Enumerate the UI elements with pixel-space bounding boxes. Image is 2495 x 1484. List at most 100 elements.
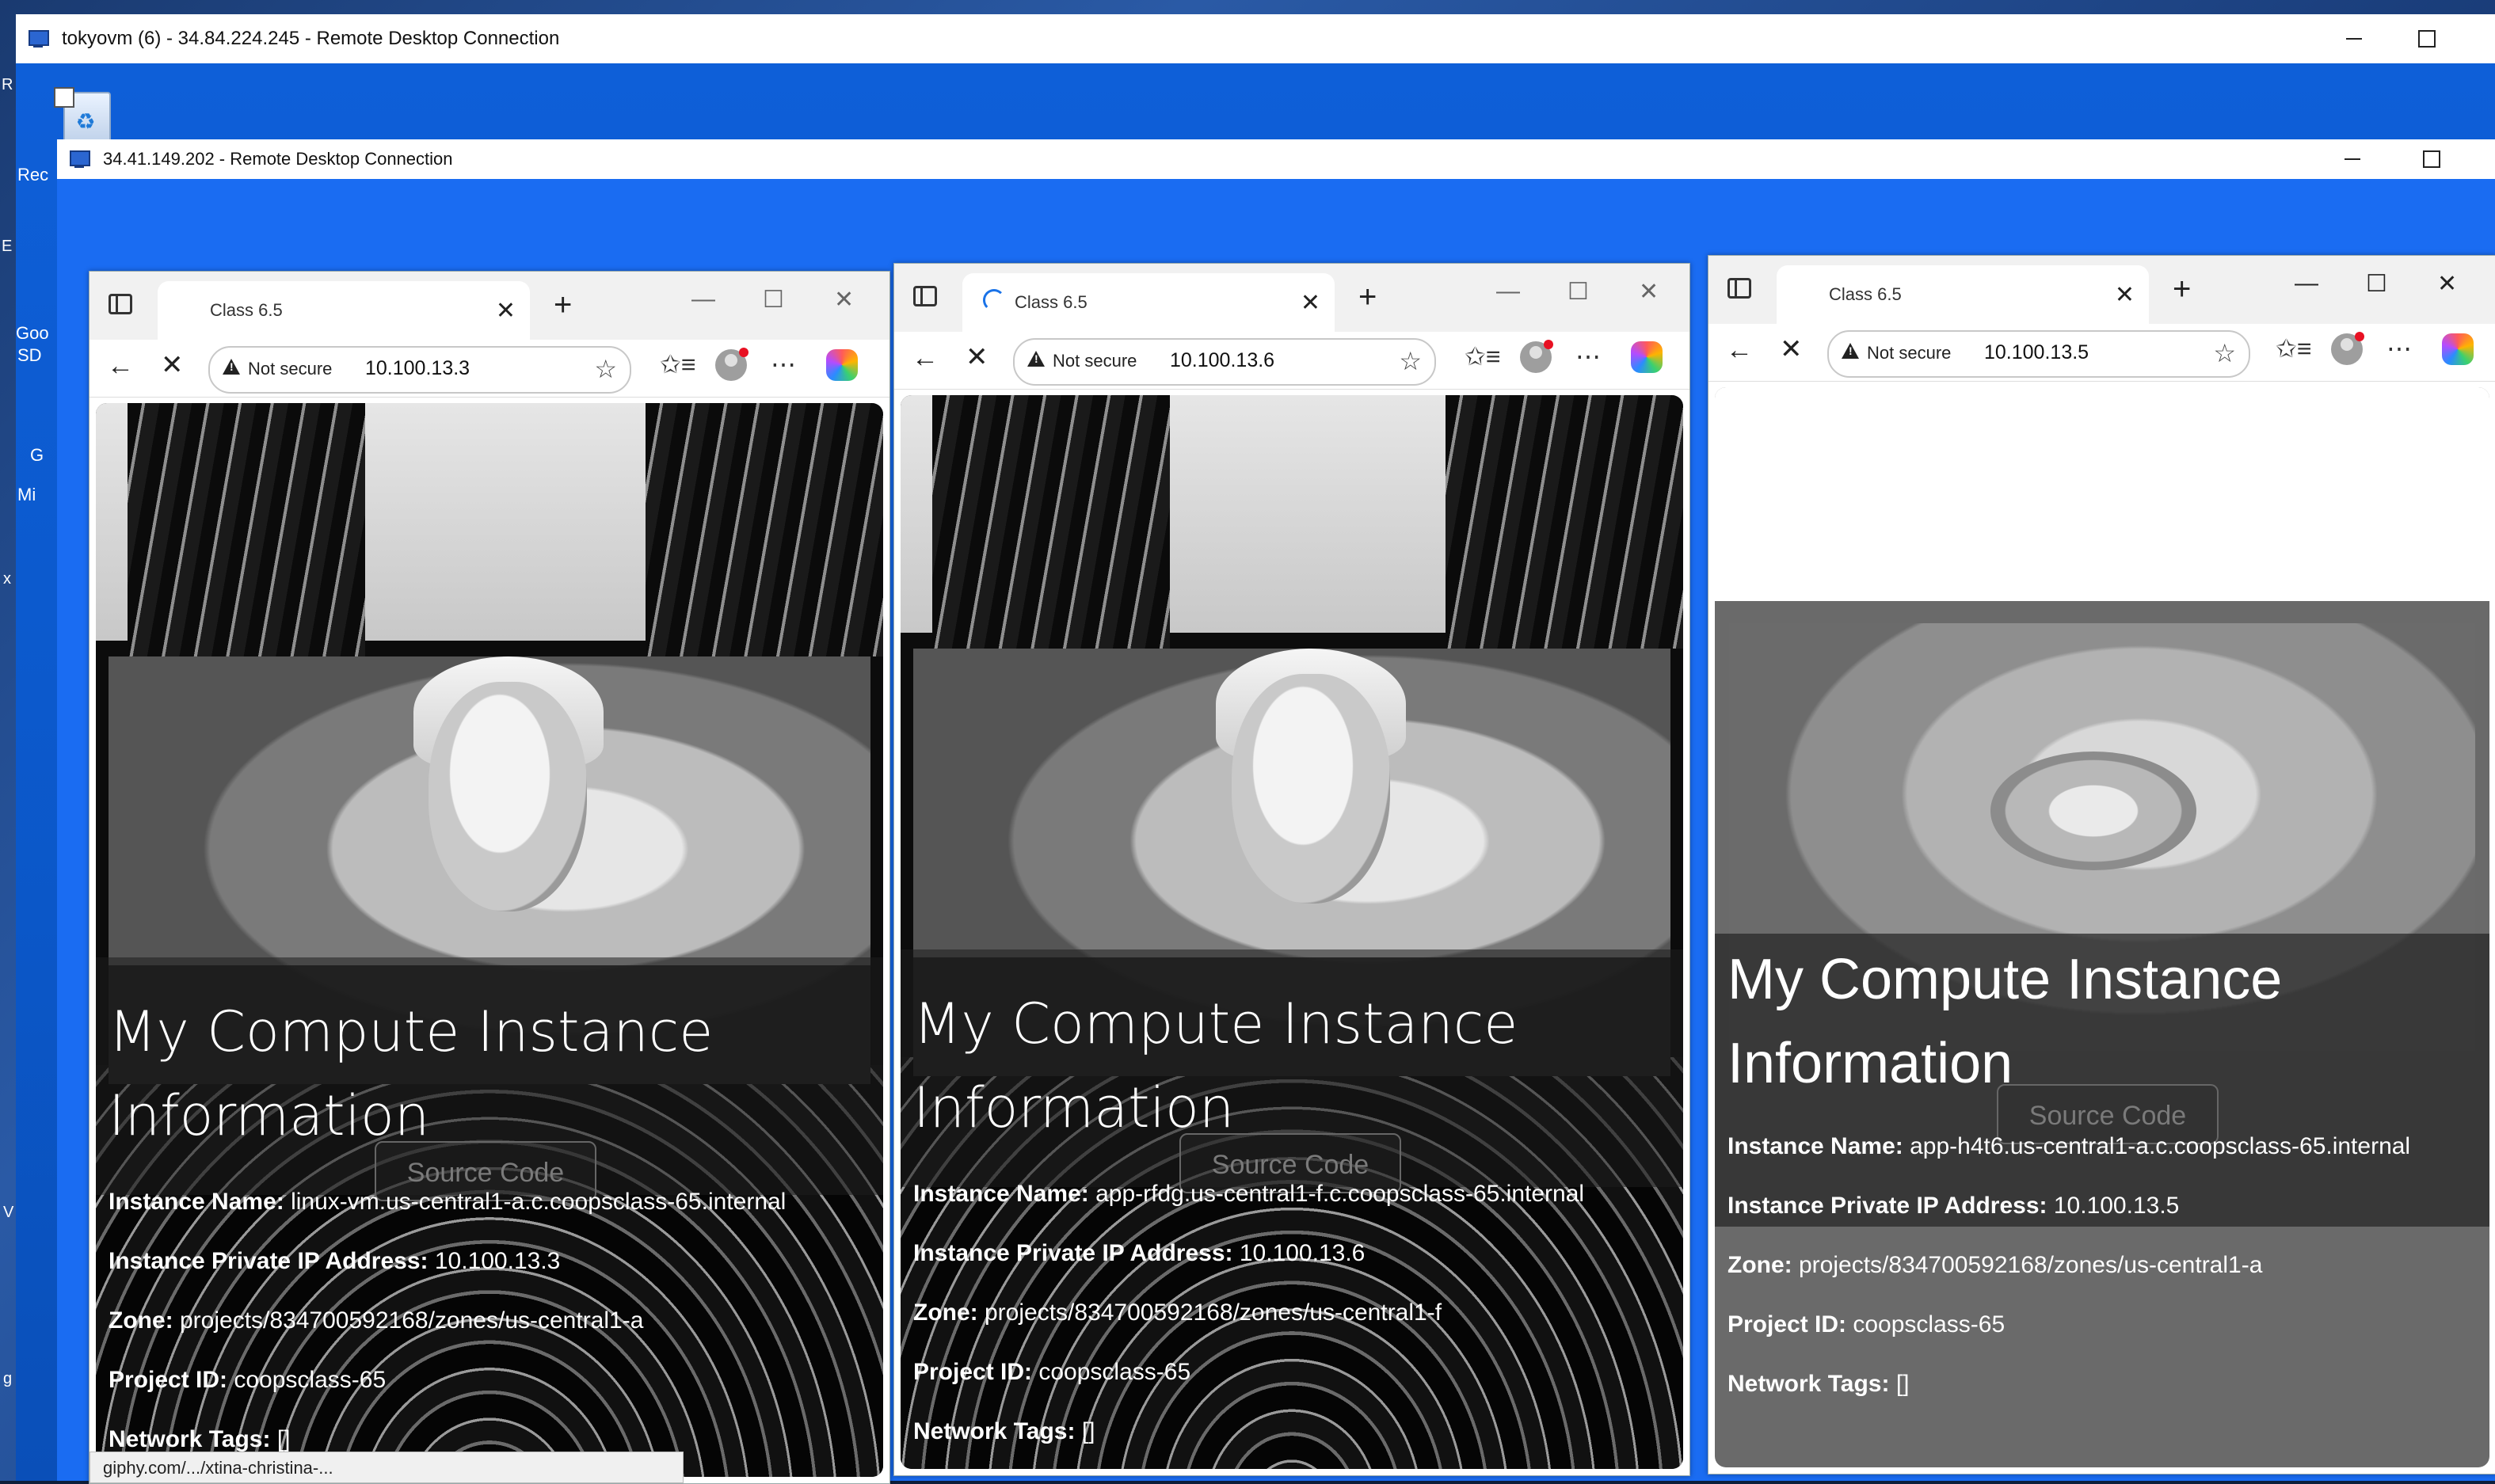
project-id-row: Project ID: coopsclass-65 <box>109 1367 387 1393</box>
zone-value: projects/834700592168/zones/us-central1-… <box>180 1307 644 1334</box>
profile-avatar[interactable] <box>715 348 748 381</box>
zone-value: projects/834700592168/zones/us-central1-… <box>1799 1252 2263 1278</box>
network-tags-value: [] <box>276 1426 291 1452</box>
inner-rdp-titlebar[interactable]: 34.41.149.202 - Remote Desktop Connectio… <box>57 139 2495 179</box>
desktop-label-mi: Mi <box>17 485 36 504</box>
tab-class-6-5[interactable]: Class 6.5 ✕ <box>1777 265 2149 324</box>
maximize-button[interactable] <box>2390 14 2463 63</box>
tab-title: Class 6.5 <box>1015 292 1088 312</box>
instance-name-row: Instance Name: app-h4t6.us-central1-a.c.… <box>1727 1133 2411 1159</box>
sidebar-icon[interactable] <box>109 294 132 314</box>
back-icon[interactable]: ← <box>1726 335 1753 366</box>
new-tab-button[interactable]: + <box>2173 272 2191 307</box>
desktop-label-e: E <box>2 238 13 255</box>
desktop-label-sd: SD <box>17 345 42 365</box>
security-label[interactable]: Not secure <box>248 359 332 379</box>
profile-avatar[interactable] <box>1520 340 1553 373</box>
instance-name-row: Instance Name: linux-vm.us-central1-a.c.… <box>109 1189 787 1215</box>
project-id-row: Project ID: coopsclass-65 <box>913 1359 1191 1385</box>
favorites-icon[interactable]: ✩≡ <box>2276 333 2311 363</box>
url-text[interactable]: 10.100.13.5 <box>1984 341 2089 364</box>
private-ip-row: Instance Private IP Address: 10.100.13.5 <box>1727 1193 2180 1219</box>
back-icon[interactable]: ← <box>107 351 134 382</box>
address-bar[interactable]: ! Not secure 10.100.13.5 ☆ <box>1827 330 2250 378</box>
browser-toolbar: ← ✕ ! Not secure 10.100.13.6 ☆ ✩≡ ⋯ <box>894 332 1689 390</box>
copilot-icon[interactable] <box>826 349 858 381</box>
minimize-button[interactable]: — <box>1496 278 1520 305</box>
address-bar[interactable]: ! Not secure 10.100.13.6 ☆ <box>1013 338 1436 386</box>
zone-row: Zone: projects/834700592168/zones/us-cen… <box>1727 1252 2263 1278</box>
address-bar[interactable]: ! Not secure 10.100.13.3 ☆ <box>208 346 631 394</box>
more-options-icon[interactable]: ⋯ <box>771 349 796 379</box>
close-icon[interactable] <box>2463 14 2495 63</box>
close-window-button[interactable]: ✕ <box>834 286 854 314</box>
instance-info: Instance Name: linux-vm.us-central1-a.c.… <box>109 1187 870 1477</box>
favorite-star-icon[interactable]: ☆ <box>2213 338 2236 368</box>
instance-name-value: app-rfdg.us-central1-f.c.coopsclass-65.i… <box>1095 1181 1585 1207</box>
stop-loading-icon[interactable]: ✕ <box>966 341 988 373</box>
maximize-button[interactable]: ☐ <box>763 286 784 314</box>
close-tab-icon[interactable]: ✕ <box>2115 281 2135 309</box>
back-icon[interactable]: ← <box>912 343 939 374</box>
web-page: My Compute Instance Information Source C… <box>901 395 1683 1469</box>
favorite-star-icon[interactable]: ☆ <box>594 354 617 384</box>
copilot-icon[interactable] <box>2442 333 2474 365</box>
minimize-button[interactable] <box>2313 139 2392 179</box>
checkbox-icon[interactable] <box>54 87 74 108</box>
private-ip-value: 10.100.13.6 <box>1239 1240 1366 1266</box>
desktop-label-rec: Rec <box>17 165 49 185</box>
tab-bar: Class 6.5 ✕ + — ☐ ✕ <box>90 272 889 340</box>
minimize-button[interactable] <box>2318 14 2390 63</box>
minimize-button[interactable]: — <box>691 286 715 313</box>
close-window-button[interactable]: ✕ <box>1639 278 1659 306</box>
security-label[interactable]: Not secure <box>1867 343 1951 363</box>
more-options-icon[interactable]: ⋯ <box>1575 341 1601 371</box>
stop-loading-icon[interactable]: ✕ <box>161 349 184 381</box>
maximize-button[interactable]: ☐ <box>2366 270 2387 298</box>
favorites-icon[interactable]: ✩≡ <box>1465 341 1500 371</box>
new-tab-button[interactable]: + <box>554 287 572 323</box>
tab-class-6-5[interactable]: Class 6.5 ✕ <box>158 281 530 340</box>
more-options-icon[interactable]: ⋯ <box>2386 333 2412 363</box>
tab-class-6-5[interactable]: Class 6.5 ✕ <box>962 273 1335 332</box>
desktop-label-r: R <box>2 76 13 93</box>
private-ip-value: 10.100.13.3 <box>434 1248 561 1274</box>
building-image-left <box>128 403 365 656</box>
browser-window-2: Class 6.5 ✕ + — ☐ ✕ ← ✕ ! Not secure 10.… <box>893 263 1690 1476</box>
profile-avatar[interactable] <box>2331 332 2364 365</box>
tab-bar: Class 6.5 ✕ + — ☐ ✕ <box>1708 256 2495 324</box>
inner-desktop-area: Class 6.5 ✕ + — ☐ ✕ ← ✕ ! Not secure 10.… <box>57 179 2495 1484</box>
stop-loading-icon[interactable]: ✕ <box>1780 333 1803 365</box>
minimize-button[interactable]: — <box>2295 270 2318 297</box>
close-tab-icon[interactable]: ✕ <box>1301 289 1320 317</box>
page-heading-line1: My Compute Instance <box>109 999 714 1064</box>
close-tab-icon[interactable]: ✕ <box>496 297 516 325</box>
instance-name-value: app-h4t6.us-central1-a.c.coopsclass-65.i… <box>1910 1133 2411 1159</box>
close-window-button[interactable]: ✕ <box>2437 270 2457 298</box>
private-ip-row: Instance Private IP Address: 10.100.13.6 <box>913 1240 1366 1266</box>
network-tags-row: Network Tags: [] <box>913 1418 1095 1444</box>
inner-rdp-title: 34.41.149.202 - Remote Desktop Connectio… <box>103 149 453 169</box>
maximize-button[interactable] <box>2392 139 2471 179</box>
zone-row: Zone: projects/834700592168/zones/us-cen… <box>109 1307 644 1334</box>
new-tab-button[interactable]: + <box>1358 280 1377 315</box>
desktop-label-g2: G <box>30 445 44 465</box>
favorites-icon[interactable]: ✩≡ <box>660 349 695 379</box>
favorite-star-icon[interactable]: ☆ <box>1399 346 1422 376</box>
page-heading-line2: Information <box>1727 1032 2013 1095</box>
sidebar-icon[interactable] <box>1727 278 1751 299</box>
sidebar-icon[interactable] <box>913 286 937 306</box>
instance-name-value: linux-vm.us-central1-a.c.coopsclass-65.i… <box>291 1189 787 1215</box>
maximize-button[interactable]: ☐ <box>1567 278 1589 306</box>
url-text[interactable]: 10.100.13.3 <box>365 357 470 380</box>
desktop-label-g: g <box>3 1370 13 1387</box>
remote-desktop-icon <box>68 149 92 169</box>
inner-rdp-window: 34.41.149.202 - Remote Desktop Connectio… <box>57 139 2495 1484</box>
copilot-icon[interactable] <box>1631 341 1663 373</box>
security-label[interactable]: Not secure <box>1053 351 1137 371</box>
url-text[interactable]: 10.100.13.6 <box>1170 349 1274 372</box>
web-page: My Compute Instance Information Source C… <box>96 403 883 1477</box>
close-icon[interactable] <box>2471 139 2495 179</box>
outer-rdp-titlebar[interactable]: tokyovm (6) - 34.84.224.245 - Remote Des… <box>16 14 2495 63</box>
browser-toolbar: ← ✕ ! Not secure 10.100.13.5 ☆ ✩≡ ⋯ <box>1708 324 2495 382</box>
